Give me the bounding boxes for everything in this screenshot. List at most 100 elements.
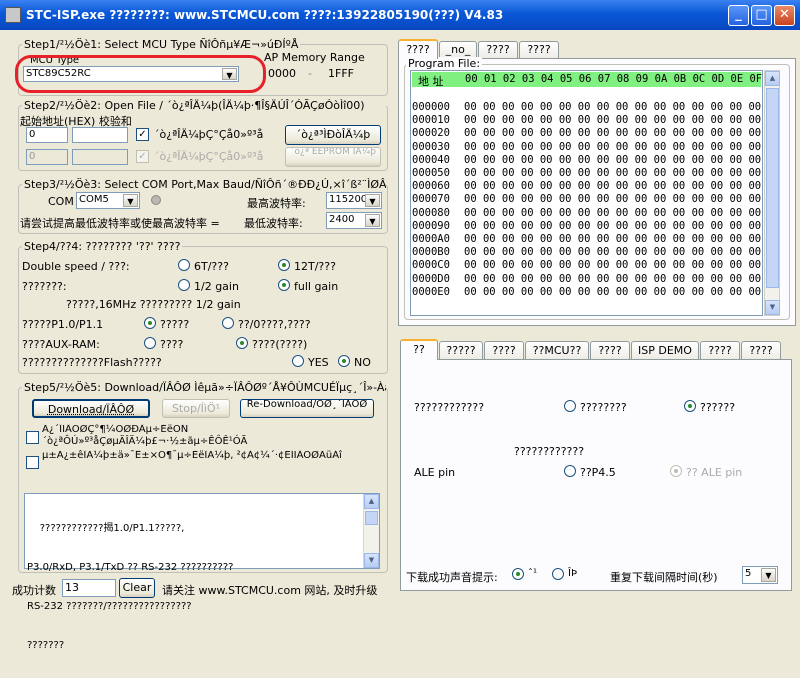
hex-row-address: 0000A0 — [412, 233, 450, 245]
hex-row: 0000B0 00 00 00 00 00 00 00 00 00 00 00 0… — [412, 246, 761, 258]
radio-sound-on[interactable] — [512, 568, 524, 580]
tab-3[interactable]: ???? — [478, 41, 518, 59]
hex-row-data: 00 00 00 00 00 00 00 00 00 00 00 00 00 0… — [464, 259, 762, 272]
log-output[interactable]: ????????????揭1.0/P1.1?????, P3.0/RxD, P3… — [24, 493, 380, 651]
tab-b2[interactable]: ????? — [439, 341, 483, 360]
tab-4[interactable]: ???? — [519, 41, 559, 59]
radio-ale-p45-label: ??P4.5 — [580, 466, 616, 479]
com-port-select[interactable]: COM5 ▼ — [76, 192, 140, 209]
clear-buffer-checkbox[interactable]: ✓ — [136, 128, 149, 141]
chevron-down-icon[interactable]: ▼ — [123, 194, 138, 207]
radio-6t[interactable] — [178, 259, 190, 271]
tab-mcu[interactable]: ??MCU?? — [525, 341, 589, 360]
tab-b3[interactable]: ???? — [484, 341, 524, 360]
tab-b5[interactable]: ???? — [590, 341, 630, 360]
tab-isp-demo[interactable]: ISP DEMO — [631, 341, 699, 360]
start-address-input[interactable]: 0 — [26, 127, 68, 143]
chevron-down-icon[interactable]: ▼ — [761, 568, 776, 582]
radio-p10-opt1[interactable] — [144, 317, 156, 329]
radio-aux-opt2[interactable] — [236, 337, 248, 349]
chevron-down-icon[interactable]: ▼ — [365, 214, 380, 227]
hex-row-data: 00 00 00 00 00 00 00 00 00 00 00 00 00 0… — [464, 101, 762, 113]
hex-row-data: 00 00 00 00 00 00 00 00 00 00 00 00 00 0… — [464, 272, 762, 285]
scroll-up-icon[interactable]: ▲ — [765, 71, 780, 86]
max-baud-select[interactable]: 115200 ▼ — [326, 192, 382, 209]
option-row2-label: ???????????? — [514, 445, 585, 458]
clear-eeprom-checkbox[interactable]: ✓ — [136, 150, 149, 163]
log-scrollbar[interactable]: ▲ ▼ — [363, 494, 379, 568]
address-header: 地 址 — [418, 75, 444, 88]
hex-scrollbar[interactable]: ▲ ▼ — [764, 70, 780, 316]
scroll-down-icon[interactable]: ▼ — [364, 553, 379, 568]
scroll-up-icon[interactable]: ▲ — [364, 494, 379, 509]
radio-row1-opt2[interactable] — [684, 400, 696, 412]
tab-b7[interactable]: ???? — [700, 341, 740, 360]
radio-row1-opt1[interactable] — [564, 400, 576, 412]
radio-ale-p45[interactable] — [564, 465, 576, 477]
scroll-thumb[interactable] — [365, 511, 378, 525]
close-button[interactable]: ✕ — [774, 5, 795, 26]
hex-row-data: 00 00 00 00 00 00 00 00 00 00 00 00 00 0… — [464, 233, 762, 245]
clear-eeprom-label: ´ò¿ªÎÄ¼þÇ°Çå0»º³å — [154, 150, 264, 163]
radio-full-gain[interactable] — [278, 279, 290, 291]
tab-program[interactable]: ???? — [398, 39, 438, 59]
flash-label: ??????????????Flash????? — [22, 356, 162, 369]
stop-button[interactable]: Stop/ÍìÖ¹ — [162, 399, 230, 418]
hex-row: 000090 00 00 00 00 00 00 00 00 00 00 00 0… — [412, 220, 761, 232]
auto-download-checkbox[interactable] — [26, 456, 39, 469]
radio-ale-pin-label: ?? ALE pin — [686, 466, 743, 479]
eeprom-checksum-field — [72, 149, 128, 165]
radio-half-gain[interactable] — [178, 279, 190, 291]
min-baud-select[interactable]: 2400 ▼ — [326, 212, 382, 229]
hex-row: 000040 00 00 00 00 00 00 00 00 00 00 00 0… — [412, 154, 761, 166]
hex-row-address: 000030 — [412, 140, 450, 153]
radio-aux-opt2-label: ????(????) — [252, 338, 308, 351]
hex-row-data: 00 00 00 00 00 00 00 00 00 00 00 00 00 0… — [464, 206, 762, 219]
radio-6t-label: 6T/??? — [194, 260, 229, 273]
hex-row-data: 00 00 00 00 00 00 00 00 00 00 00 00 00 0… — [464, 180, 762, 193]
hex-row-address: 0000E0 — [412, 285, 450, 298]
radio-12t[interactable] — [278, 259, 290, 271]
clear-button[interactable]: Clear — [119, 578, 155, 598]
window-title: STC-ISP.exe ????????: www.STCMCU.com ???… — [26, 8, 504, 22]
radio-aux-opt1[interactable] — [144, 337, 156, 349]
success-count-label: 成功计数 — [12, 584, 56, 597]
redownload-button[interactable]: Re-Download/ÖØ¸´ÏÂÔØ — [240, 399, 374, 418]
radio-p10-opt2[interactable] — [222, 317, 234, 329]
open-program-file-button[interactable]: ´ò¿ª³ÌÐòÎÄ¼þ — [285, 125, 381, 145]
step3-title: Step3/²½Öè3: Select COM Port,Max Baud/Ñî… — [22, 178, 386, 191]
radio-aux-opt1-label: ???? — [160, 338, 184, 351]
chevron-down-icon[interactable]: ▼ — [365, 194, 380, 207]
radio-no[interactable] — [338, 355, 350, 367]
hex-row-address: 0000B0 — [412, 246, 450, 259]
log-line: ????????????揭1.0/P1.1?????, — [27, 523, 185, 534]
hex-row: 0000C0 00 00 00 00 00 00 00 00 00 00 00 0… — [412, 259, 761, 271]
hex-row: 0000E0 00 00 00 00 00 00 00 00 00 00 00 0… — [412, 286, 761, 298]
radio-yes[interactable] — [292, 355, 304, 367]
baud-hint: 请尝试提高最低波特率或使最高波特率 = — [20, 217, 220, 230]
radio-yes-label: YES — [308, 356, 329, 369]
minimize-button[interactable]: _ — [728, 5, 749, 26]
tab-options[interactable]: ?? — [400, 339, 438, 360]
step1-title: Step1/²½Öè1: Select MCU Type ÑîÔñµ¥Æ¬»úÐ… — [22, 38, 301, 51]
hex-row-address: 000000 — [412, 101, 450, 113]
title-bar[interactable]: STC-ISP.exe ????????: www.STCMCU.com ???… — [0, 0, 800, 30]
tab-b8[interactable]: ???? — [741, 341, 781, 360]
interval-select[interactable]: 5 ▼ — [742, 566, 778, 584]
radio-ale-pin[interactable] — [670, 465, 682, 477]
open-eeprom-file-button[interactable]: ´ò¿ª EEPROM ÎÄ¼þ — [285, 147, 381, 167]
hex-viewer[interactable]: 地 址 00 01 02 03 04 05 06 07 08 09 0A 0B … — [410, 70, 763, 316]
hex-row-data: 00 00 00 00 00 00 00 00 00 00 00 00 00 0… — [464, 219, 762, 232]
ap-start: 0000 — [268, 67, 296, 80]
gain-note: ?????,16MHz ????????? 1/2 gain — [66, 298, 241, 311]
reload-file-checkbox[interactable] — [26, 431, 39, 444]
radio-sound-on-label: ˆ¹ — [528, 568, 538, 579]
download-button[interactable]: Download/ÏÂÔØ — [32, 399, 150, 418]
radio-sound-off[interactable] — [552, 568, 564, 580]
maximize-button[interactable]: □ — [751, 5, 772, 26]
scroll-down-icon[interactable]: ▼ — [765, 300, 780, 315]
radio-p10-opt1-label: ????? — [160, 318, 190, 331]
eeprom-address-input[interactable]: 0 — [26, 149, 68, 165]
hex-row: 0000D0 00 00 00 00 00 00 00 00 00 00 00 0… — [412, 273, 761, 285]
scroll-thumb[interactable] — [766, 88, 779, 288]
